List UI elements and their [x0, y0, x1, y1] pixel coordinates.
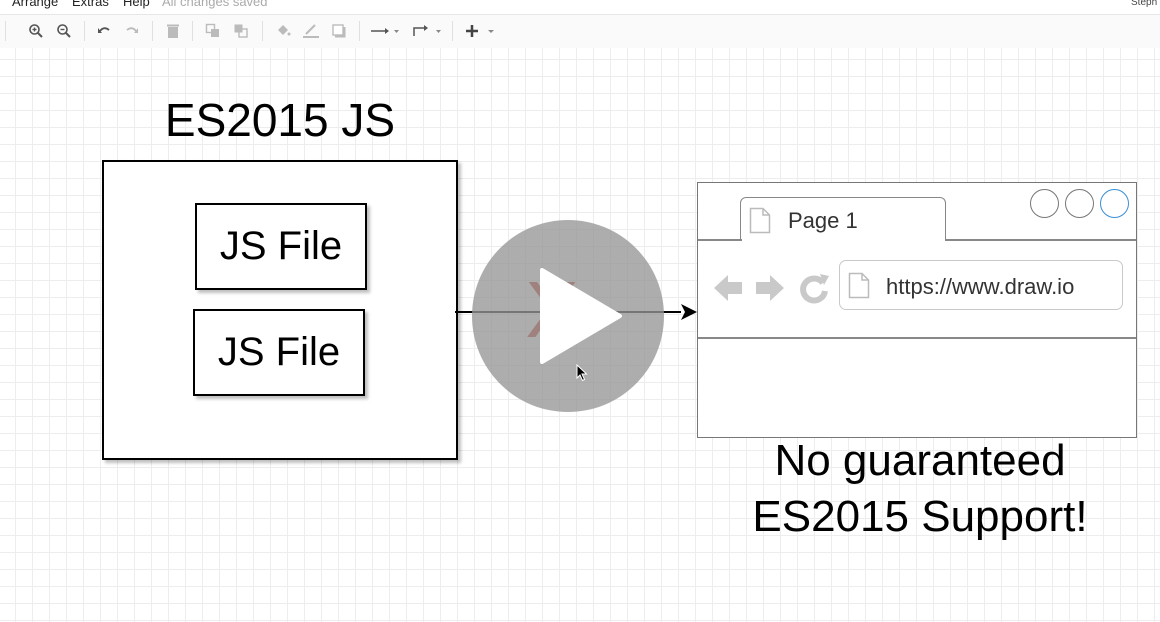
save-status: All changes saved — [162, 0, 268, 9]
forward-arrow-icon[interactable] — [754, 272, 786, 304]
toolbar-separator — [152, 21, 153, 41]
diagram-title[interactable]: ES2015 JS — [140, 92, 420, 148]
window-button-active[interactable] — [1100, 189, 1129, 218]
browser-window[interactable]: Page 1 https://www.draw.io — [697, 182, 1137, 438]
diagram-caption[interactable]: No guaranteed ES2015 Support! — [700, 433, 1140, 545]
toolbar — [0, 14, 1160, 49]
tab-bar-line — [698, 239, 742, 241]
video-play-button[interactable] — [472, 220, 664, 412]
toolbar-separator — [192, 21, 193, 41]
window-button[interactable] — [1030, 189, 1059, 218]
toolbar-separator — [359, 21, 360, 41]
fill-color-icon[interactable] — [273, 20, 293, 42]
address-bar[interactable]: https://www.draw.io — [839, 260, 1123, 310]
connection-icon[interactable] — [370, 20, 400, 42]
browser-tab[interactable]: Page 1 — [740, 197, 946, 241]
to-back-icon[interactable] — [231, 20, 251, 42]
back-arrow-icon[interactable] — [712, 272, 744, 304]
waypoints-icon[interactable] — [412, 20, 442, 42]
toolbar-separator — [262, 21, 263, 41]
page-icon — [749, 207, 771, 234]
toolbar-separator — [84, 21, 85, 41]
window-button[interactable] — [1065, 189, 1094, 218]
page-icon — [848, 272, 870, 299]
js-file-box[interactable]: JS File — [193, 309, 365, 396]
js-file-box[interactable]: JS File — [195, 203, 367, 290]
undo-icon[interactable] — [94, 20, 114, 42]
line-color-icon[interactable] — [301, 20, 321, 42]
caption-line: No guaranteed — [774, 436, 1066, 485]
zoom-out-icon[interactable] — [54, 20, 74, 42]
delete-icon[interactable] — [163, 20, 183, 42]
insert-icon[interactable] — [464, 20, 498, 42]
menu-bar: Arrange Extras Help All changes saved St… — [0, 0, 1160, 14]
url-text: https://www.draw.io — [886, 274, 1075, 299]
toolbar-separator — [5, 21, 6, 41]
shadow-icon[interactable] — [329, 20, 349, 42]
play-icon — [540, 268, 622, 364]
toolbar-separator — [452, 21, 453, 41]
user-name[interactable]: Steph — [1131, 0, 1157, 8]
reload-icon[interactable] — [798, 272, 830, 304]
mouse-cursor-icon — [576, 364, 588, 382]
tab-label: Page 1 — [788, 208, 858, 233]
redo-icon[interactable] — [122, 20, 142, 42]
zoom-in-icon[interactable] — [26, 20, 46, 42]
toolbar-divider — [698, 337, 1136, 339]
tab-bar-line — [945, 239, 1136, 241]
menu-help[interactable]: Help — [123, 0, 150, 9]
menu-arrange[interactable]: Arrange — [12, 0, 58, 9]
menu-extras[interactable]: Extras — [72, 0, 109, 9]
to-front-icon[interactable] — [203, 20, 223, 42]
caption-line: ES2015 Support! — [752, 492, 1088, 541]
